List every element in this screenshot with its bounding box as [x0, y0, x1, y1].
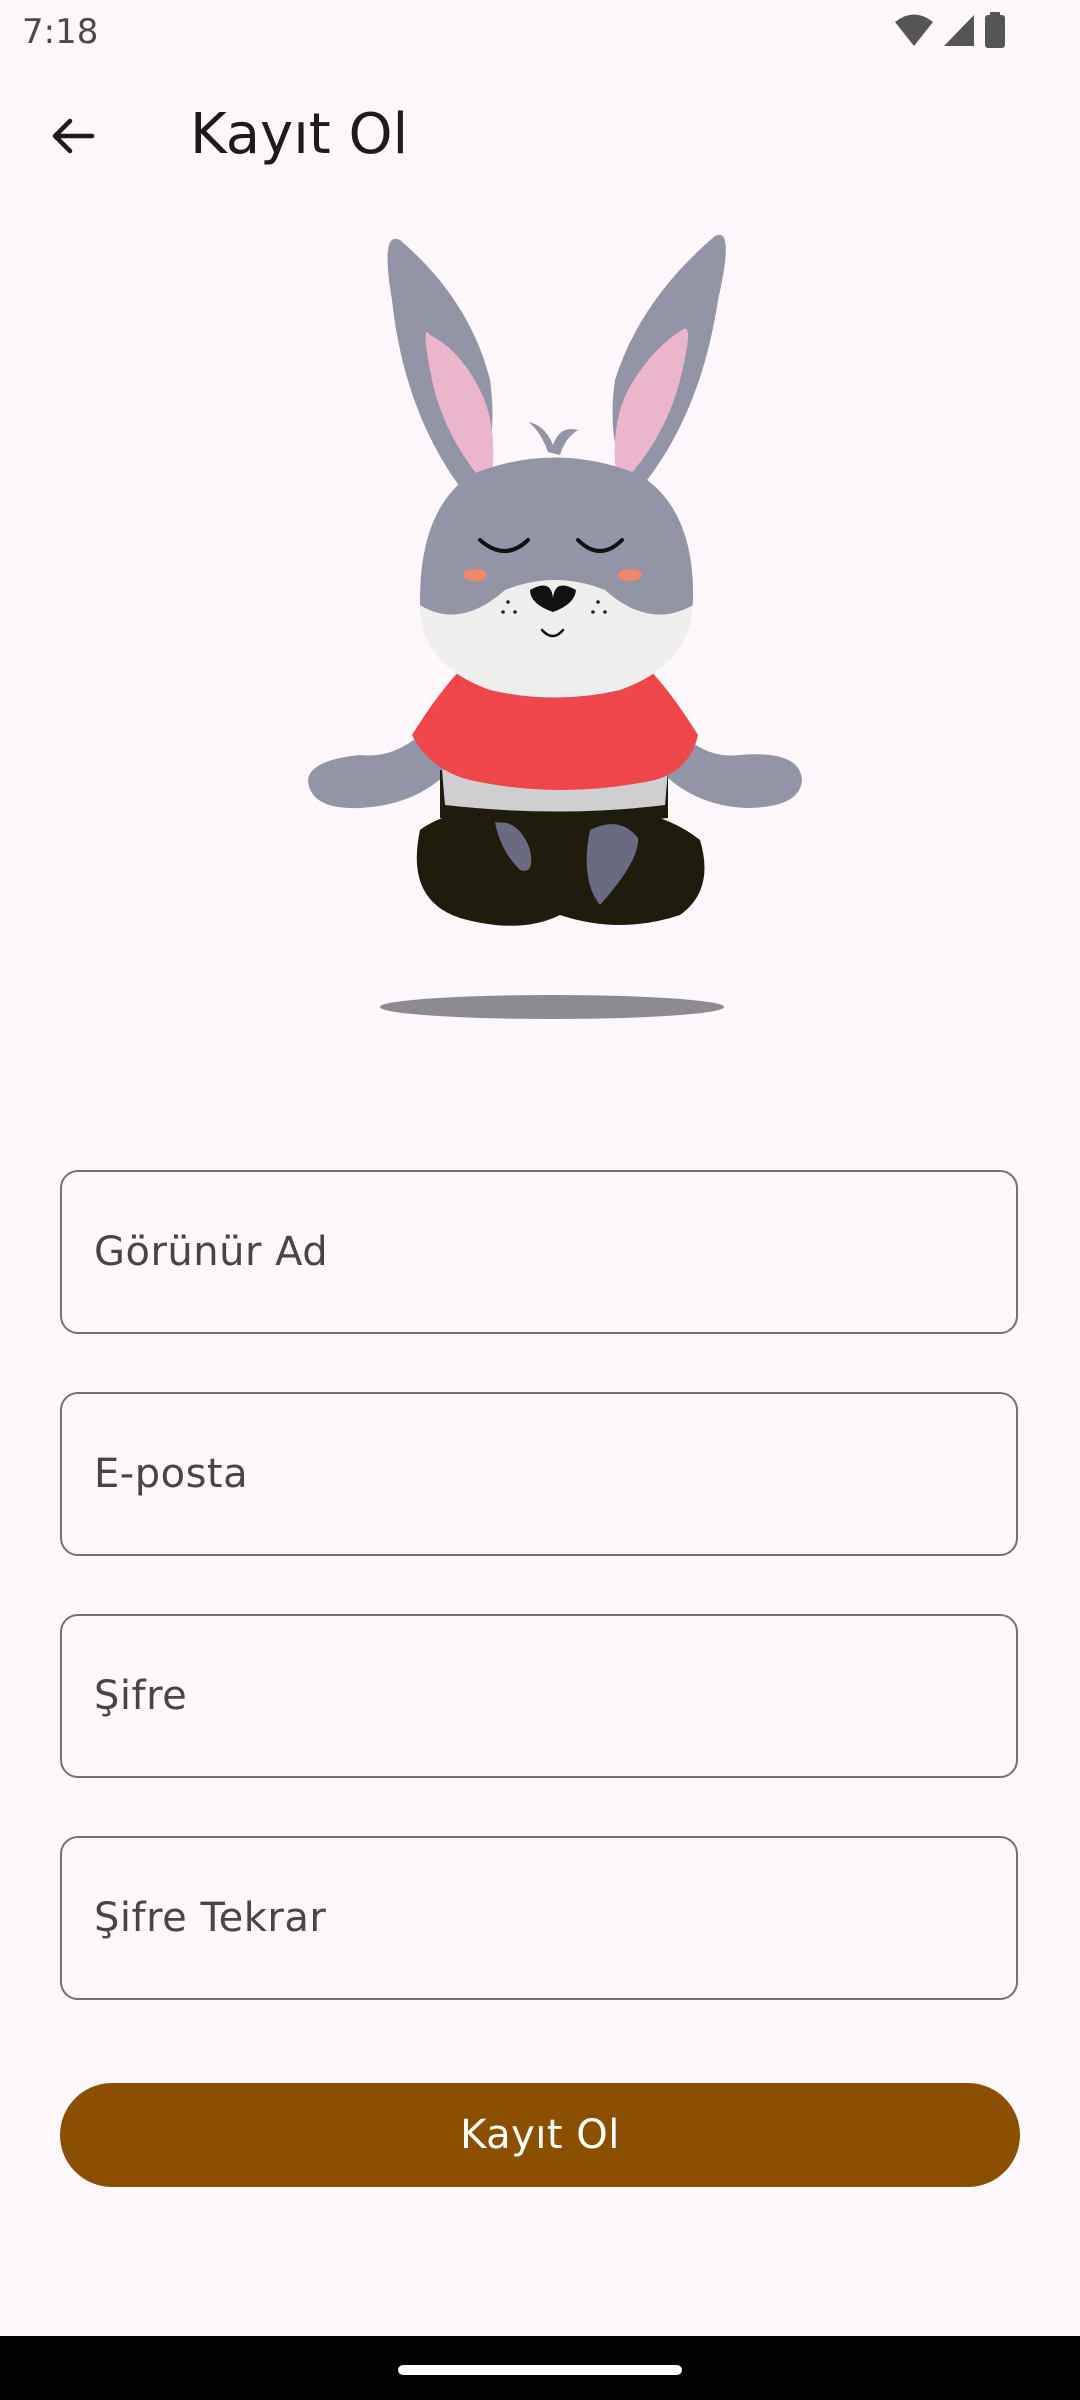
status-time: 7:18 [22, 12, 99, 52]
status-icons [894, 11, 1006, 53]
password-repeat-input[interactable] [62, 1838, 1016, 1998]
display-name-field[interactable] [60, 1170, 1018, 1334]
email-input[interactable] [62, 1394, 1016, 1554]
page-title: Kayıt Ol [190, 102, 409, 167]
password-input[interactable] [62, 1616, 1016, 1776]
home-indicator[interactable] [398, 2365, 682, 2375]
signal-icon [942, 13, 976, 52]
display-name-input[interactable] [62, 1172, 1016, 1332]
password-field[interactable] [60, 1614, 1018, 1778]
email-field[interactable] [60, 1392, 1018, 1556]
status-bar: 7:18 [0, 0, 1080, 64]
battery-icon [984, 11, 1006, 53]
wifi-icon [894, 13, 934, 52]
meditating-rabbit-illustration [290, 225, 830, 1025]
arrow-back-icon [48, 112, 96, 165]
back-button[interactable] [34, 100, 110, 176]
password-repeat-field[interactable] [60, 1836, 1018, 2000]
register-button[interactable]: Kayıt Ol [60, 2083, 1020, 2187]
app-bar: Kayıt Ol [0, 64, 1080, 204]
